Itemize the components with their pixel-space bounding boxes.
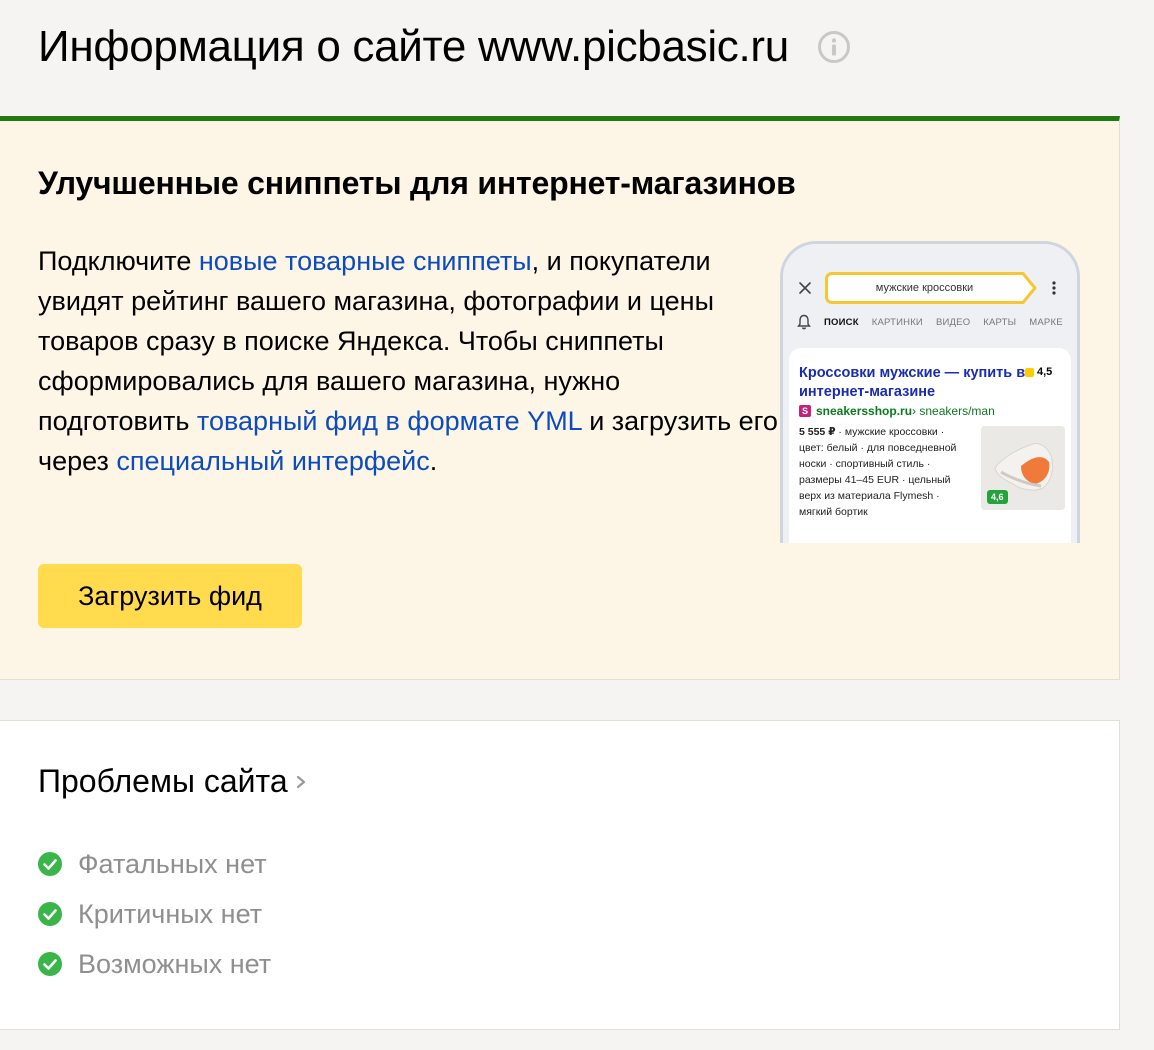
promo-text-part: Подключите xyxy=(38,246,199,276)
shop-rating: 4,5 xyxy=(1025,366,1052,378)
phone-tab: МАРКЕ xyxy=(1029,316,1063,328)
snippet-description-text: · мужские кроссовки · цвет: белый · для … xyxy=(799,426,957,518)
snippet-domain: sneakersshop.ru xyxy=(816,404,913,418)
product-image: 4,6 xyxy=(981,426,1065,510)
special-interface-link[interactable]: специальный интерфейс xyxy=(116,446,429,476)
problems-list: Фатальных нет Критичных нет Возможных не… xyxy=(38,839,271,989)
phone-search-query: мужские кроссовки xyxy=(875,282,974,294)
phone-search-field: мужские кроссовки xyxy=(825,272,1021,304)
phone-tab: ВИДЕО xyxy=(935,316,971,328)
new-product-snippets-link[interactable]: новые товарные сниппеты xyxy=(199,246,532,276)
search-arrow-icon xyxy=(1019,272,1039,309)
phone-tab: ПОИСК xyxy=(824,316,859,328)
snippet-promo-card: Улучшенные сниппеты для интернет-магазин… xyxy=(0,116,1120,680)
problem-label: Возможных нет xyxy=(78,948,272,979)
product-rating-badge: 4,6 xyxy=(987,490,1008,504)
yml-feed-link[interactable]: товарный фид в формате YML xyxy=(197,406,582,436)
shop-logo-icon: S xyxy=(799,405,811,417)
promo-text-part: . xyxy=(429,446,438,476)
phone-search-bar: мужские кроссовки ПОИСК КАРТИНКИ ВИДЕО К… xyxy=(783,244,1077,336)
product-snippet-card: Кроссовки мужские — купить в интернет-ма… xyxy=(789,348,1071,543)
problem-item-fatal: Фатальных нет xyxy=(38,839,271,889)
promo-text: Подключите новые товарные сниппеты, и по… xyxy=(38,241,778,481)
info-icon[interactable] xyxy=(817,30,851,64)
page-title: Информация о сайте www.picbasic.ru xyxy=(38,22,851,72)
shop-rating-value: 4,5 xyxy=(1037,366,1053,378)
snippet-url: S sneakersshop.ru › sneakers/man xyxy=(799,404,995,418)
site-problems-title: Проблемы сайта xyxy=(38,763,288,799)
phone-search-tabs: ПОИСК КАРТИНКИ ВИДЕО КАРТЫ МАРКЕ xyxy=(797,314,1076,330)
close-icon xyxy=(797,280,813,301)
problem-label: Критичных нет xyxy=(78,898,263,929)
site-problems-link[interactable]: Проблемы сайта xyxy=(38,763,308,800)
rating-star-icon xyxy=(1025,367,1034,377)
phone-preview: мужские кроссовки ПОИСК КАРТИНКИ ВИДЕО К… xyxy=(780,241,1080,543)
page-title-text: Информация о сайте www.picbasic.ru xyxy=(38,22,789,71)
phone-tab: КАРТИНКИ xyxy=(871,316,923,328)
site-problems-card: Проблемы сайта Фатальных нет Критичных н… xyxy=(0,720,1120,1030)
check-circle-icon xyxy=(38,952,62,976)
snippet-path: › sneakers/man xyxy=(912,404,995,418)
snippet-description: 5 555 ₽ · мужские кроссовки · цвет: белы… xyxy=(799,424,971,520)
chevron-right-icon xyxy=(294,771,308,793)
snippet-title: Кроссовки мужские — купить в интернет-ма… xyxy=(799,365,1026,400)
problem-label: Фатальных нет xyxy=(78,848,267,879)
bell-icon xyxy=(797,314,811,330)
problem-item-possible: Возможных нет xyxy=(38,939,271,989)
kebab-menu-icon xyxy=(1051,280,1057,301)
phone-tab: КАРТЫ xyxy=(983,316,1017,328)
check-circle-icon xyxy=(38,852,62,876)
upload-feed-button[interactable]: Загрузить фид xyxy=(38,564,302,628)
promo-title: Улучшенные сниппеты для интернет-магазин… xyxy=(38,165,796,201)
snippet-price: 5 555 ₽ xyxy=(799,426,836,438)
check-circle-icon xyxy=(38,902,62,926)
problem-item-critical: Критичных нет xyxy=(38,889,271,939)
